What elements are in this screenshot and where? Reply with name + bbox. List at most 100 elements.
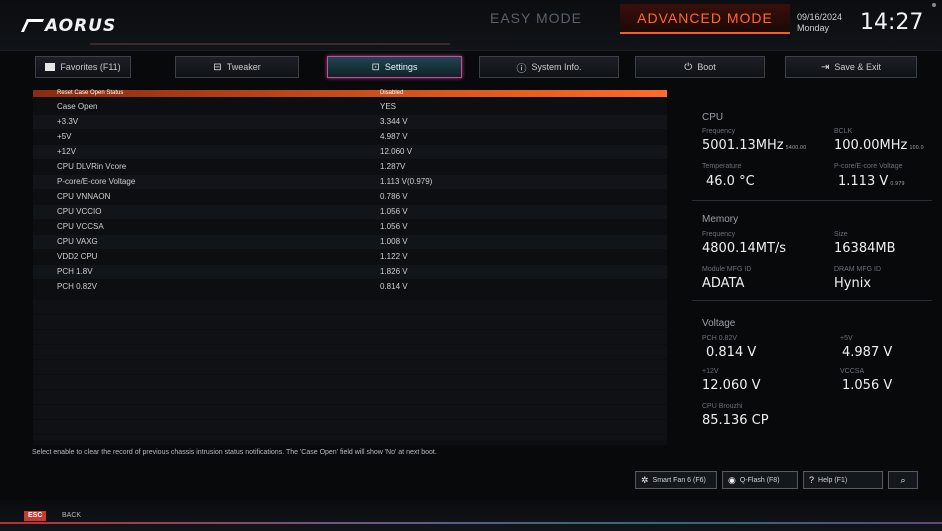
mem-size-label: Size <box>834 231 848 238</box>
v5-label: +5V <box>840 335 853 342</box>
list-item: +5V 4.987 V <box>33 130 667 144</box>
cpu-score-value: 85.136 CP <box>702 413 769 428</box>
v12-label: +12V <box>702 368 719 375</box>
module-mfg-value: ADATA <box>702 276 745 291</box>
core-voltage-label: P-core/E-core Voltage <box>834 163 903 170</box>
aorus-wing-icon <box>20 19 45 32</box>
help-description: Select enable to clear the record of pre… <box>32 449 437 456</box>
panel-divider <box>692 300 932 301</box>
help-icon: ? <box>809 475 815 485</box>
tab-tweaker[interactable]: ⊟ Tweaker <box>175 56 299 78</box>
tab-label: Boot <box>697 62 716 72</box>
item-name: CPU VCCIO <box>57 207 102 216</box>
settings-icon: ⊡ <box>371 61 380 73</box>
tab-label: System Info. <box>531 62 582 72</box>
voltage-section-title: Voltage <box>702 318 736 329</box>
info-icon: ⓘ <box>516 63 527 75</box>
tab-label: Tweaker <box>226 62 261 72</box>
flash-icon: ◉ <box>728 474 736 485</box>
list-item-reset-case-open[interactable]: Reset Case Open Status Disabled <box>33 90 667 97</box>
vccsa-value: 1.056 V <box>842 378 893 393</box>
tab-system-info[interactable]: ⓘ System Info. <box>479 56 619 78</box>
settings-list: Reset Case Open Status Disabled Case Ope… <box>33 90 667 445</box>
tab-favorites[interactable]: Favorites (F11) <box>35 56 131 78</box>
core-voltage-value: 1.113 V 0.979 <box>838 174 905 189</box>
item-name: CPU DLVRin Vcore <box>57 162 127 171</box>
bclk-value: 100.00MHz 100.0 <box>834 138 924 153</box>
panel-divider <box>692 200 932 201</box>
bclk-sub: 100.0 <box>909 145 924 151</box>
tab-boot[interactable]: ⏻ Boot <box>635 56 765 78</box>
tweaker-icon: ⊟ <box>213 61 222 73</box>
list-item: CPU VCCSA 1.056 V <box>33 220 667 234</box>
list-item: VDD2 CPU 1.122 V <box>33 250 667 264</box>
help-button[interactable]: ? Help (F1) <box>803 471 883 489</box>
item-value: Disabled <box>380 90 404 96</box>
list-item[interactable]: Case Open YES <box>33 100 667 114</box>
vccsa-label: VCCSA <box>840 368 865 375</box>
item-value: 0.786 V <box>380 192 408 201</box>
item-name: +5V <box>57 132 72 141</box>
exit-icon: ⇥ <box>821 61 830 73</box>
list-item: CPU VAXG 1.008 V <box>33 235 667 249</box>
smart-fan-button[interactable]: ✲ Smart Fan 6 (F6) <box>635 471 717 489</box>
core-voltage-sub: 0.979 <box>890 181 905 187</box>
button-label: Smart Fan 6 (F6) <box>652 476 706 484</box>
bclk-text: 100.00MHz <box>834 138 908 153</box>
pch-label: PCH 0.82V <box>702 335 738 342</box>
item-value: 1.113 V(0.979) <box>380 177 433 186</box>
list-item: PCH 0.82V 0.814 V <box>33 280 667 294</box>
back-label[interactable]: BACK <box>62 511 81 521</box>
mem-size-value: 16384MB <box>834 241 896 256</box>
item-value: 1.056 V <box>380 222 408 231</box>
item-value: 1.008 V <box>380 237 408 246</box>
fan-icon: ✲ <box>641 474 649 485</box>
v12-value: 12.060 V <box>702 378 761 393</box>
item-value: 1.056 V <box>380 207 408 216</box>
item-name: CPU VNNAON <box>57 192 111 201</box>
item-value: YES <box>380 102 397 111</box>
easy-mode-tab[interactable]: EASY MODE <box>456 6 616 30</box>
list-item: CPU VNNAON 0.786 V <box>33 190 667 204</box>
module-mfg-label: Module MFG ID <box>702 266 752 273</box>
item-value: 1.122 V <box>380 252 408 261</box>
list-item: +3.3V 3.344 V <box>33 115 667 129</box>
power-icon: ⏻ <box>684 61 693 73</box>
item-value: 1.826 V <box>380 267 408 276</box>
corner-dot <box>932 3 936 7</box>
footer-accent-line <box>0 522 942 524</box>
button-label: Q-Flash (F8) <box>739 476 780 484</box>
cpu-freq-value: 5001.13MHz 5400.00 <box>702 138 806 153</box>
cpu-temp-value: 46.0 °C <box>706 174 755 189</box>
pch-value: 0.814 V <box>706 345 757 360</box>
item-value: 1.287V <box>380 162 406 171</box>
item-name: P-core/E-core Voltage <box>57 177 136 186</box>
cpu-freq-label: Frequency <box>702 128 736 135</box>
list-item: PCH 1.8V 1.826 V <box>33 265 667 279</box>
header-bar: AORUS EASY MODE ADVANCED MODE 09/16/2024… <box>0 0 942 51</box>
q-flash-button[interactable]: ◉ Q-Flash (F8) <box>722 471 798 489</box>
advanced-mode-tab[interactable]: ADVANCED MODE <box>620 4 790 34</box>
footer-bar <box>0 500 942 531</box>
item-name: Reset Case Open Status <box>57 90 124 96</box>
cpu-temp-label: Temperature <box>702 163 742 170</box>
memory-section-title: Memory <box>702 214 739 225</box>
tab-label: Favorites (F11) <box>60 62 121 72</box>
tab-save-exit[interactable]: ⇥ Save & Exit <box>785 56 917 78</box>
bclk-label: BCLK <box>834 128 853 135</box>
search-button[interactable]: ⌕ <box>888 471 918 489</box>
item-name: VDD2 CPU <box>57 252 98 261</box>
tab-label: Settings <box>384 62 418 72</box>
tab-settings[interactable]: ⊡ Settings <box>327 56 462 78</box>
cpu-freq-sub: 5400.00 <box>785 145 807 151</box>
item-name: +12V <box>57 147 76 156</box>
cpu-section-title: CPU <box>702 112 724 123</box>
header-accent-line <box>90 43 450 45</box>
v5-value: 4.987 V <box>842 345 893 360</box>
item-name: PCH 1.8V <box>57 267 93 276</box>
item-name: PCH 0.82V <box>57 282 98 291</box>
list-item: CPU VCCIO 1.056 V <box>33 205 667 219</box>
esc-button[interactable]: ESC <box>24 511 47 521</box>
search-icon: ⌕ <box>900 474 906 485</box>
dram-mfg-value: Hynix <box>834 276 872 291</box>
